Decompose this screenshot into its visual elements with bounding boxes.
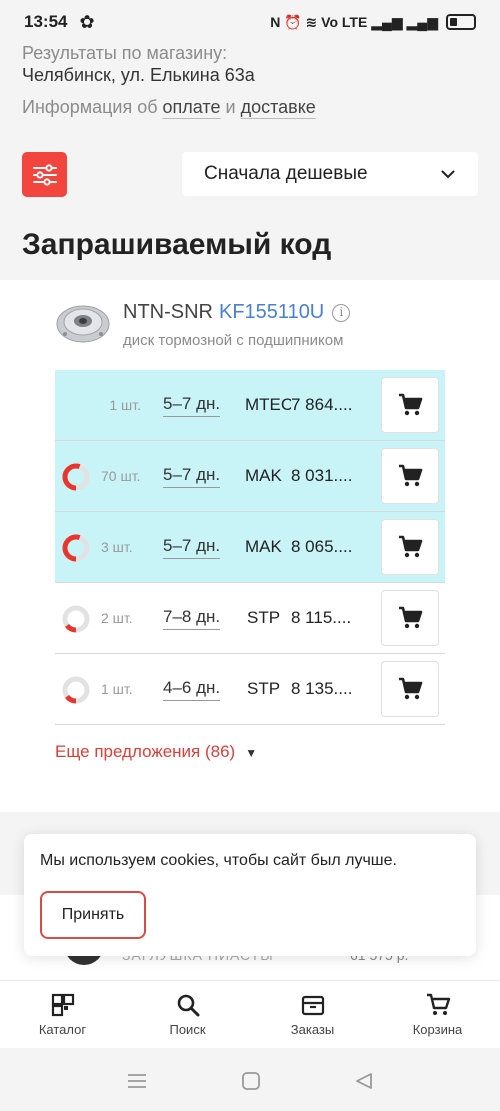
home-icon[interactable]: [241, 1071, 261, 1091]
nav-orders[interactable]: Заказы: [250, 981, 375, 1048]
offer-delivery-days[interactable]: 4–6 дн.: [163, 678, 221, 701]
nav-orders-label: Заказы: [290, 1022, 335, 1037]
offer-row: 3 шт. 5–7 дн. MAK 8 065....: [55, 512, 445, 583]
cookie-banner: Мы используем cookies, чтобы сайт был лу…: [24, 834, 476, 956]
signal-indicators: N ⏰ ≋ Vo LTE ▂▄▆ ▂▄▆: [270, 13, 438, 30]
add-to-cart-button[interactable]: [381, 519, 439, 575]
offer-row: 1 шт. 4–6 дн. STP 8 135....: [55, 654, 445, 725]
info-icon[interactable]: i: [332, 304, 351, 322]
availability-ring: [62, 605, 90, 633]
menu-icon[interactable]: [126, 1072, 148, 1090]
cart-icon: [399, 677, 423, 700]
product-title: NTN-SNR KF155110U i: [123, 301, 351, 324]
offer-row: 70 шт. 5–7 дн. MAK 8 031....: [55, 441, 445, 512]
delivery-link[interactable]: доставке: [241, 97, 316, 117]
and-text: и: [225, 97, 236, 117]
offer-supplier: MAK: [245, 466, 282, 485]
sliders-icon: [32, 163, 57, 186]
nav-cart-label: Корзина: [412, 1022, 463, 1037]
nav-catalog[interactable]: Каталог: [0, 981, 125, 1048]
product-description: диск тормозной с подшипником: [123, 332, 344, 349]
catalog-icon: [51, 993, 74, 1017]
offer-price: 7 864....: [291, 395, 353, 414]
cart-icon: [399, 535, 423, 558]
system-nav-bar: [0, 1050, 500, 1111]
chevron-down-icon: [440, 166, 456, 182]
availability-ring: [62, 463, 90, 491]
brake-disc-image: [56, 305, 110, 343]
box-icon: [301, 995, 324, 1016]
nav-cart[interactable]: Корзина: [375, 981, 500, 1048]
offer-price: 8 065....: [291, 537, 353, 556]
accept-cookies-button[interactable]: Принять: [40, 891, 146, 939]
offer-delivery-days[interactable]: 5–7 дн.: [163, 536, 221, 559]
product-brand: NTN-SNR: [123, 301, 213, 323]
sort-select[interactable]: Сначала дешевые: [182, 152, 478, 196]
status-time: 13:54: [24, 12, 68, 31]
bottom-nav: Каталог Поиск Заказы Корзина: [0, 980, 500, 1048]
caret-down-icon: ▼: [245, 746, 258, 760]
offer-qty: 3 шт.: [101, 539, 133, 555]
offer-price: 8 115....: [291, 608, 352, 627]
status-indicators: N ⏰ ≋ Vo LTE ▂▄▆ ▂▄▆: [270, 14, 476, 31]
status-bar: 13:54 ✿ N ⏰ ≋ Vo LTE ▂▄▆ ▂▄▆: [0, 0, 500, 44]
nav-search-label: Поиск: [169, 1022, 206, 1037]
more-offers-link[interactable]: Еще предложения (86) ▼: [55, 742, 257, 762]
product-card: NTN-SNR KF155110U i диск тормозной с подши…: [0, 280, 500, 812]
offer-supplier: MAK: [245, 537, 282, 556]
offer-row: 1 шт. 5–7 дн. MTEC 7 864....: [55, 370, 445, 441]
offer-delivery-days[interactable]: 5–7 дн.: [163, 465, 221, 488]
offer-qty: 1 шт.: [109, 397, 141, 413]
filter-button[interactable]: [22, 152, 67, 197]
section-title: Запрашиваемый код: [22, 228, 332, 261]
part-code-link[interactable]: KF155110U: [219, 301, 324, 323]
add-to-cart-button[interactable]: [381, 448, 439, 504]
battery-icon: [446, 14, 476, 30]
cart-icon: [426, 993, 450, 1015]
store-address: Челябинск, ул. Елькина 63а: [22, 65, 255, 85]
search-icon: [177, 994, 199, 1017]
offer-price: 8 135....: [291, 679, 353, 698]
cookie-text: Мы используем cookies, чтобы сайт был лу…: [40, 852, 397, 869]
offer-delivery-days[interactable]: 5–7 дн.: [163, 394, 221, 417]
add-to-cart-button[interactable]: [381, 661, 439, 717]
availability-ring: [62, 534, 90, 562]
availability-ring: [62, 676, 90, 704]
store-info: Результаты по магазину: Челябинск, ул. Е…: [22, 42, 255, 86]
cart-icon: [399, 606, 423, 629]
offer-delivery-days[interactable]: 7–8 дн.: [163, 607, 221, 630]
app-notification-icon: ✿: [79, 11, 95, 32]
nav-search[interactable]: Поиск: [125, 981, 250, 1048]
more-offers-label: Еще предложения (86): [55, 742, 236, 761]
payment-link[interactable]: оплате: [163, 97, 221, 117]
nav-catalog-label: Каталог: [38, 1022, 87, 1037]
cart-icon: [399, 464, 423, 487]
cart-icon: [399, 393, 423, 416]
offer-qty: 70 шт.: [101, 468, 141, 484]
offers-list: 1 шт. 5–7 дн. MTEC 7 864.... 70 шт. 5–7 дн. MA…: [55, 370, 445, 725]
add-to-cart-button[interactable]: [381, 590, 439, 646]
offer-qty: 2 шт.: [101, 610, 133, 626]
results-label: Результаты по магазину:: [22, 43, 228, 63]
offer-qty: 1 шт.: [101, 681, 133, 697]
offer-price: 8 031....: [291, 466, 353, 485]
back-icon[interactable]: [354, 1071, 374, 1091]
payment-delivery-info: Информация об оплате и доставке: [22, 97, 316, 118]
info-prefix: Информация об: [22, 97, 158, 117]
offer-supplier: STP: [247, 679, 281, 698]
sort-selected-value: Сначала дешевые: [204, 163, 368, 184]
offer-supplier: MTEC: [245, 395, 291, 414]
add-to-cart-button[interactable]: [381, 377, 439, 433]
offer-row: 2 шт. 7–8 дн. STP 8 115....: [55, 583, 445, 654]
offer-supplier: STP: [247, 608, 281, 627]
